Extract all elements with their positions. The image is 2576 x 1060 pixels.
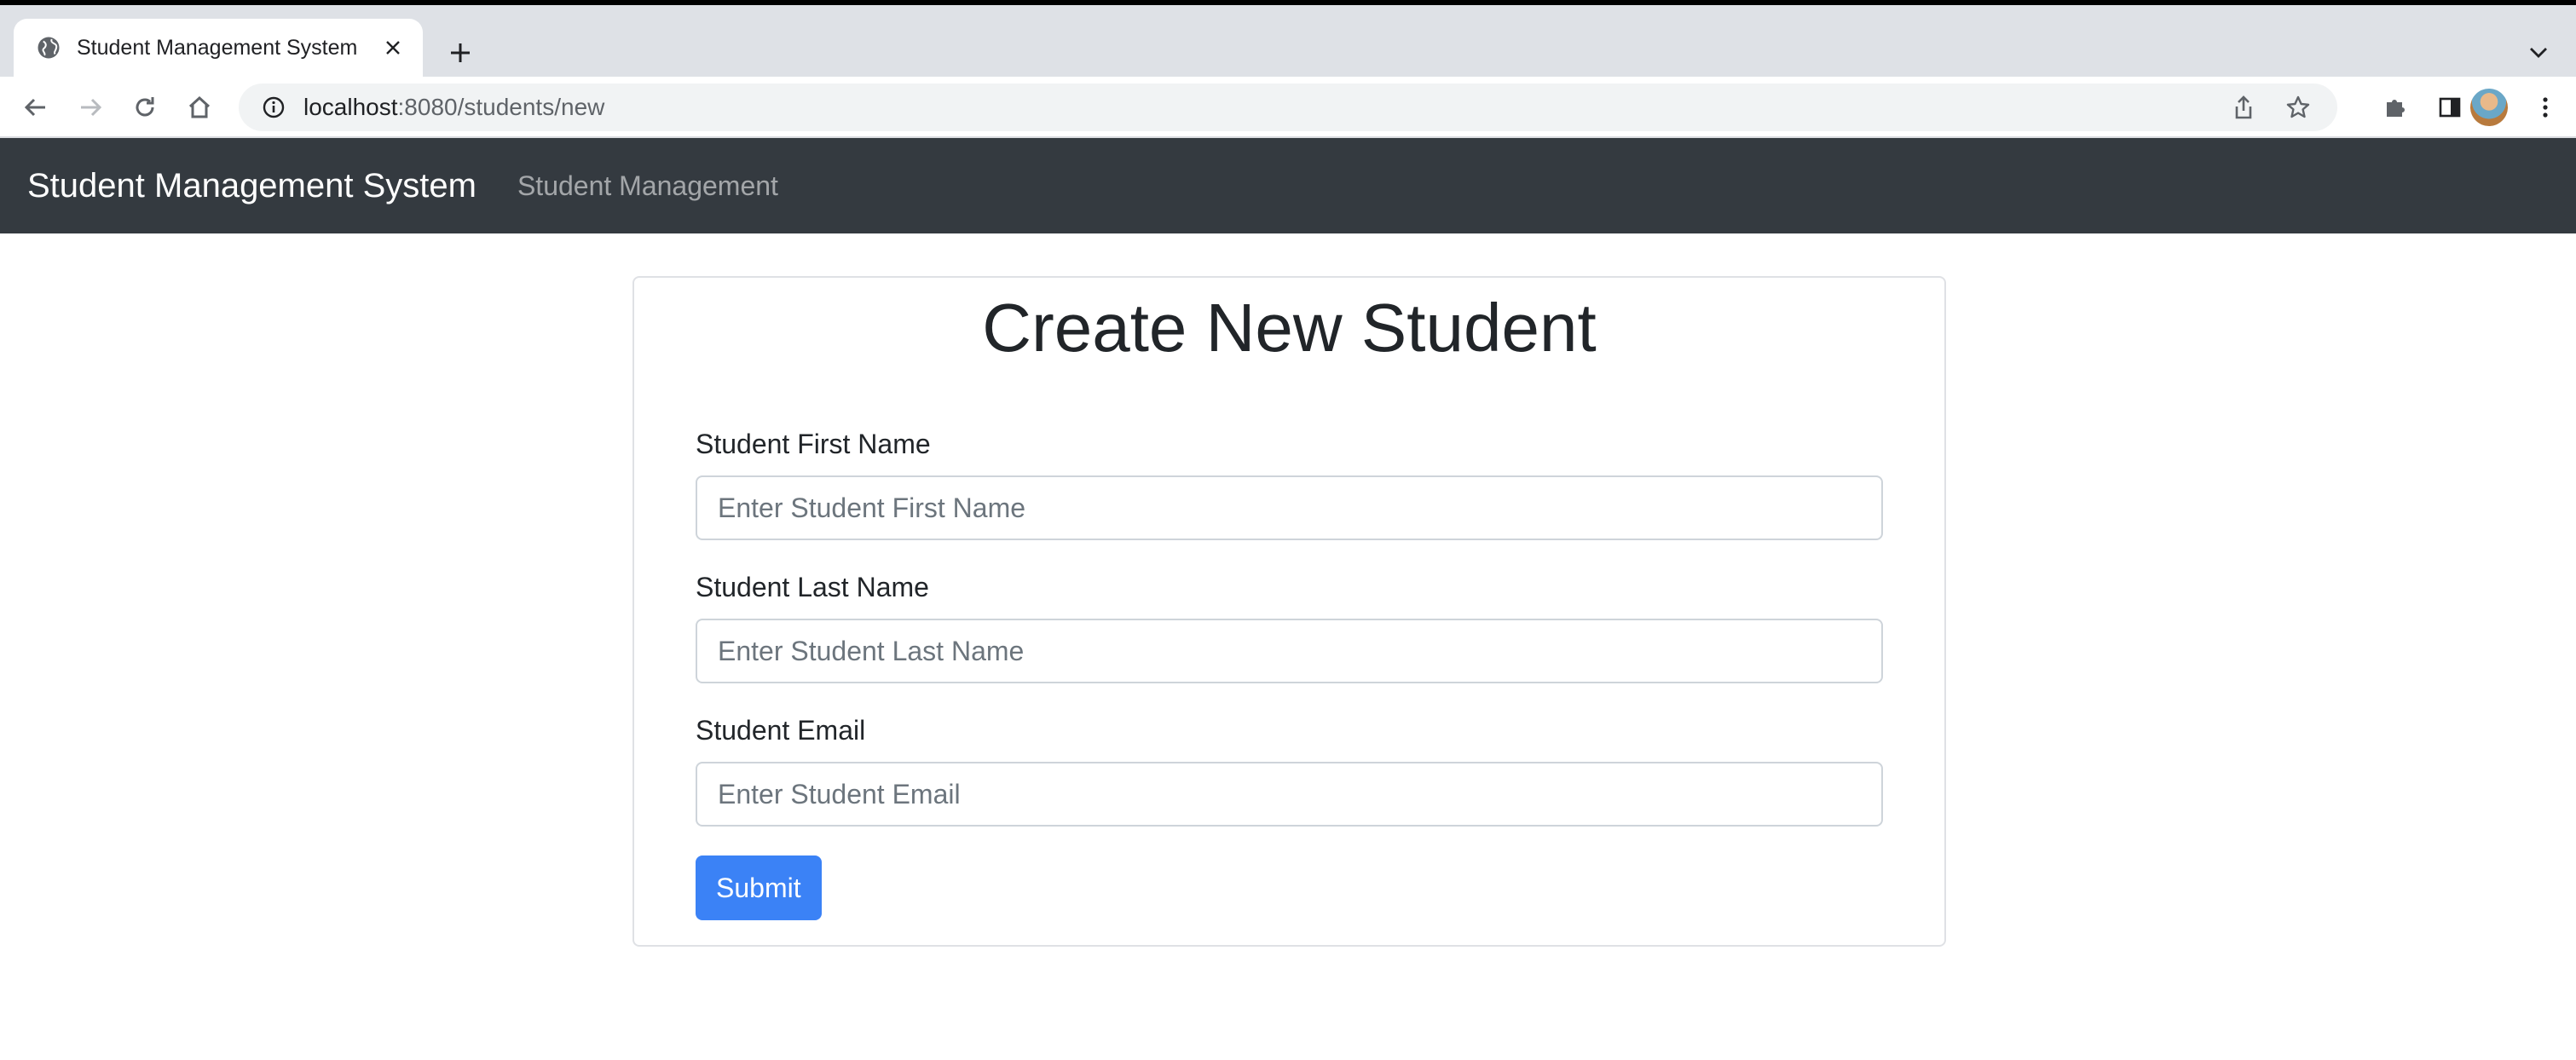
browser-menu-kebab-icon[interactable] [2527,89,2564,126]
first-name-input[interactable] [696,475,1883,540]
url-path: :8080/students/new [397,94,605,120]
home-icon[interactable] [181,89,218,126]
navbar-brand[interactable]: Student Management System [27,167,477,205]
back-arrow-icon[interactable] [17,89,55,126]
address-bar[interactable]: localhost:8080/students/new [239,84,2337,131]
nav-link-student-management[interactable]: Student Management [517,170,778,202]
tab-title: Student Management System [77,35,358,60]
email-label: Student Email [696,715,866,746]
site-navbar: Student Management System Student Manage… [0,138,2576,233]
profile-avatar[interactable] [2470,89,2508,126]
submit-button[interactable]: Submit [696,855,822,920]
tab-strip: Student Management System [0,5,2576,77]
reload-icon[interactable] [126,89,164,126]
first-name-label: Student First Name [696,429,931,459]
email-group: Student Email [696,709,1883,827]
last-name-input[interactable] [696,619,1883,683]
email-input[interactable] [696,762,1883,827]
forward-arrow-icon[interactable] [72,89,109,126]
new-tab-plus-icon[interactable] [443,36,477,70]
extensions-puzzle-icon[interactable] [2377,89,2414,126]
last-name-label: Student Last Name [696,572,929,602]
create-student-card: Create New Student Student First Name St… [632,276,1946,947]
first-name-group: Student First Name [696,423,1883,540]
tab-search-chevron-icon[interactable] [2523,37,2554,68]
browser-toolbar: localhost:8080/students/new [0,77,2576,138]
page-title: Create New Student [982,290,1597,366]
side-panel-icon[interactable] [2431,89,2469,126]
last-name-group: Student Last Name [696,566,1883,683]
url-text[interactable]: localhost:8080/students/new [303,94,2208,121]
globe-icon [38,37,60,59]
share-icon[interactable] [2225,89,2262,126]
browser-tab[interactable]: Student Management System [14,19,423,77]
bookmark-star-icon[interactable] [2279,89,2317,126]
site-info-icon[interactable] [259,93,288,122]
close-tab-icon[interactable] [382,37,404,59]
url-host: localhost [303,94,398,120]
